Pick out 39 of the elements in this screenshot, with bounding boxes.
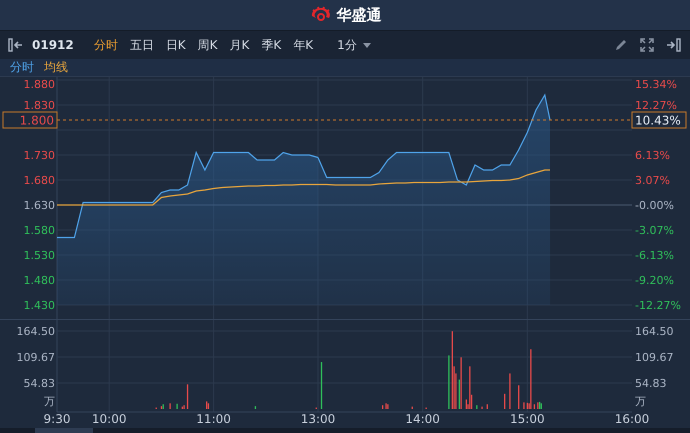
price-axis-label: 1.680	[24, 174, 55, 187]
volume-axis-label: 164.50	[635, 325, 674, 338]
current-change-label: 10.43%	[632, 112, 686, 128]
app-name: 华盛通	[336, 6, 382, 24]
legend-label: 分时	[10, 59, 34, 76]
time-axis-label: 14:00	[405, 412, 440, 426]
percent-axis-label: 12.27%	[635, 99, 677, 112]
price-axis-label: 1.480	[24, 274, 55, 287]
price-axis-label: 1.630	[24, 199, 55, 212]
percent-axis-label: -3.07%	[635, 224, 674, 237]
percent-axis-label: -9.20%	[635, 274, 674, 287]
unit-label: 万	[635, 395, 646, 408]
percent-axis-label: -0.00%	[635, 199, 674, 212]
percent-axis-label: 15.34%	[635, 78, 677, 91]
time-axis-label: 11:00	[196, 412, 231, 426]
volume-axis-label: 54.83	[635, 377, 666, 390]
stock-code: 01912	[32, 38, 74, 52]
current-price-label: 1.800	[2, 112, 58, 128]
unit-label: 万	[44, 395, 55, 408]
time-axis-label: 15:00	[510, 412, 545, 426]
volume-axis-label: 54.83	[24, 377, 55, 390]
price-axis-label: 1.880	[24, 78, 55, 91]
percent-axis-label: 3.07%	[635, 174, 670, 187]
price-axis-label: 1.530	[24, 249, 55, 262]
price-axis-label: 1.430	[24, 299, 55, 312]
volume-axis-label: 109.67	[16, 351, 55, 364]
percent-axis-label: -12.27%	[635, 299, 681, 312]
price-axis-label: 1.730	[24, 149, 55, 162]
time-axis-label: 16:00	[614, 412, 650, 426]
time-axis-label: 9:30	[44, 412, 70, 426]
price-axis-label: 1.830	[24, 99, 55, 112]
volume-axis-label: 164.50	[16, 325, 55, 338]
percent-axis-label: -6.13%	[635, 249, 674, 262]
time-axis-label: 13:00	[300, 412, 336, 426]
price-axis-label: 1.580	[24, 224, 55, 237]
volume-axis-label: 109.67	[635, 351, 674, 364]
time-axis-label: 10:00	[92, 412, 126, 426]
legend-label: 均线	[44, 59, 68, 76]
percent-axis-label: 6.13%	[635, 149, 670, 162]
